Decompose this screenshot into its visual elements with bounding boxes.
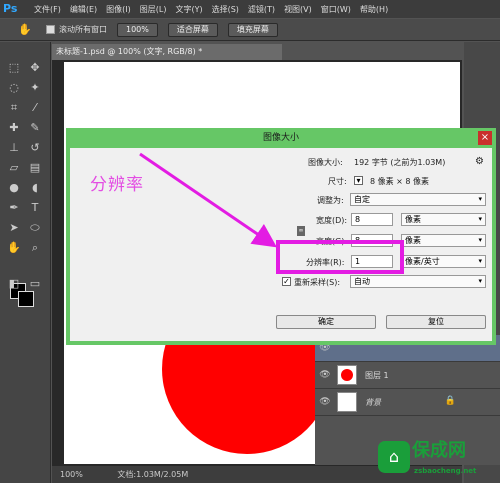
link-icon[interactable]: ∞	[297, 226, 305, 236]
path-selection-tool-icon[interactable]: ➤	[6, 220, 22, 236]
menu-image[interactable]: 图像(I)	[106, 4, 131, 15]
scroll-all-windows-checkbox[interactable]	[46, 25, 55, 34]
pen-tool-icon[interactable]: ✒	[6, 200, 22, 216]
marquee-tool-icon[interactable]: ⬚	[6, 60, 22, 76]
width-unit-select[interactable]: 像素 ▾	[401, 213, 486, 226]
gear-icon[interactable]: ⚙	[475, 156, 484, 167]
resolution-unit-select[interactable]: 像素/英寸 ▾	[401, 255, 486, 268]
fill-screen-button[interactable]: 填充屏幕	[227, 22, 278, 37]
menu-window[interactable]: 窗口(W)	[321, 4, 351, 15]
height-unit-select[interactable]: 像素 ▾	[401, 234, 486, 247]
hand-tool-icon[interactable]: ✋	[18, 23, 32, 37]
layer-name: 背景	[365, 398, 381, 407]
hand-tool-sidebar-icon[interactable]: ✋	[6, 240, 22, 256]
fit-screen-button[interactable]: 适合屏幕	[167, 22, 218, 37]
visibility-eye-icon[interactable]: 👁	[319, 397, 331, 407]
menu-edit[interactable]: 编辑(E)	[70, 4, 97, 15]
blur-tool-icon[interactable]: ●	[6, 180, 22, 196]
chevron-down-icon: ▾	[478, 257, 482, 265]
menu-help[interactable]: 帮助(H)	[360, 4, 388, 15]
chevron-down-icon: ▾	[478, 236, 482, 244]
options-bar: ✋ 滚动所有窗口 100% 适合屏幕 填充屏幕	[0, 19, 500, 41]
zoom-100-button[interactable]: 100%	[117, 22, 158, 37]
reset-button[interactable]: 复位	[386, 315, 486, 329]
eraser-tool-icon[interactable]: ▱	[6, 160, 22, 176]
chevron-down-icon: ▾	[478, 215, 482, 223]
type-tool-icon[interactable]: T	[27, 200, 43, 216]
chevron-down-icon[interactable]: ▾	[354, 176, 363, 185]
ellipse-tool-icon[interactable]: ⬭	[27, 220, 43, 236]
status-doc-size: 文档:1.03M/2.05M	[117, 470, 189, 479]
layer-thumbnail	[337, 365, 357, 385]
fit-to-label: 调整为:	[317, 196, 344, 205]
visibility-eye-icon[interactable]: 👁	[319, 370, 331, 380]
crop-tool-icon[interactable]: ⌗	[6, 100, 22, 116]
tools-panel: ⬚ ✥ ◌ ✦ ⌗ ⁄ ✚ ✎ ⊥ ↺ ▱ ▤ ● ◖ ✒ T ➤ ⬭ ✋ ⌕ …	[0, 42, 51, 483]
image-size-value: 192 字节 (之前为1.03M)	[354, 158, 446, 167]
chevron-down-icon: ▾	[478, 195, 482, 203]
watermark-name: 保成网	[412, 440, 466, 461]
chevron-down-icon: ▾	[478, 277, 482, 285]
fit-to-select[interactable]: 自定 ▾	[350, 193, 486, 206]
image-size-label: 图像大小:	[308, 158, 343, 167]
dimensions-value: 8 像素 × 8 像素	[370, 177, 430, 186]
resample-checkbox[interactable]: ✓	[282, 277, 291, 286]
menu-bar: Ps 文件(F) 编辑(E) 图像(I) 图层(L) 文字(Y) 选择(S) 滤…	[0, 0, 500, 18]
screen-mode-icon[interactable]: ▭	[27, 276, 43, 292]
status-zoom: 100%	[60, 470, 83, 479]
healing-brush-tool-icon[interactable]: ✚	[6, 120, 22, 136]
fit-to-value: 自定	[354, 195, 370, 204]
height-unit-value: 像素	[405, 236, 421, 245]
resample-value: 自动	[354, 277, 370, 286]
layer-row-layer1[interactable]: 👁 图层 1	[315, 362, 500, 389]
width-unit-value: 像素	[405, 215, 421, 224]
dodge-tool-icon[interactable]: ◖	[27, 180, 43, 196]
annotation-highlight-box	[276, 240, 404, 274]
layer-name: 图层 1	[365, 371, 389, 380]
watermark-logo-icon: ⌂	[378, 441, 410, 473]
menu-file[interactable]: 文件(F)	[34, 4, 61, 15]
magic-wand-tool-icon[interactable]: ✦	[27, 80, 43, 96]
photoshop-logo: Ps	[3, 2, 18, 15]
image-size-dialog: 图像大小 × 图像大小: 192 字节 (之前为1.03M) ⚙ 尺寸: ▾ 8…	[66, 128, 496, 345]
resample-select[interactable]: 自动 ▾	[350, 275, 486, 288]
watermark-url: zsbaocheng.net	[414, 467, 477, 475]
scroll-all-windows-label: 滚动所有窗口	[59, 25, 107, 34]
width-input[interactable]: 8	[351, 213, 393, 226]
menu-filter[interactable]: 滤镜(T)	[248, 4, 275, 15]
eyedropper-tool-icon[interactable]: ⁄	[27, 100, 43, 116]
close-icon[interactable]: ×	[478, 131, 492, 145]
dialog-title: 图像大小	[262, 133, 299, 143]
menu-type[interactable]: 文字(Y)	[175, 4, 202, 15]
layer-row-background[interactable]: 👁 背景 🔒	[315, 389, 500, 416]
menu-layer[interactable]: 图层(L)	[140, 4, 167, 15]
menu-select[interactable]: 选择(S)	[212, 4, 239, 15]
resolution-unit-value: 像素/英寸	[405, 257, 440, 266]
brush-tool-icon[interactable]: ✎	[27, 120, 43, 136]
move-tool-icon[interactable]: ✥	[27, 60, 43, 76]
dimensions-label: 尺寸:	[328, 177, 347, 186]
annotation-label: 分辨率	[90, 175, 144, 195]
menu-view[interactable]: 视图(V)	[284, 4, 312, 15]
lock-icon: 🔒	[444, 396, 456, 406]
history-brush-tool-icon[interactable]: ↺	[27, 140, 43, 156]
resample-label: 重新采样(S):	[294, 278, 341, 287]
ok-button[interactable]: 确定	[276, 315, 376, 329]
document-tab[interactable]: 未标题-1.psd @ 100% (文字, RGB/8) *	[52, 44, 282, 60]
layer-thumbnail	[337, 392, 357, 412]
gradient-tool-icon[interactable]: ▤	[27, 160, 43, 176]
background-color-swatch[interactable]	[18, 291, 34, 307]
width-label: 宽度(D):	[316, 216, 348, 225]
lasso-tool-icon[interactable]: ◌	[6, 80, 22, 96]
quick-mask-icon[interactable]: ◧	[6, 276, 22, 292]
zoom-tool-icon[interactable]: ⌕	[27, 240, 43, 256]
clone-stamp-tool-icon[interactable]: ⊥	[6, 140, 22, 156]
